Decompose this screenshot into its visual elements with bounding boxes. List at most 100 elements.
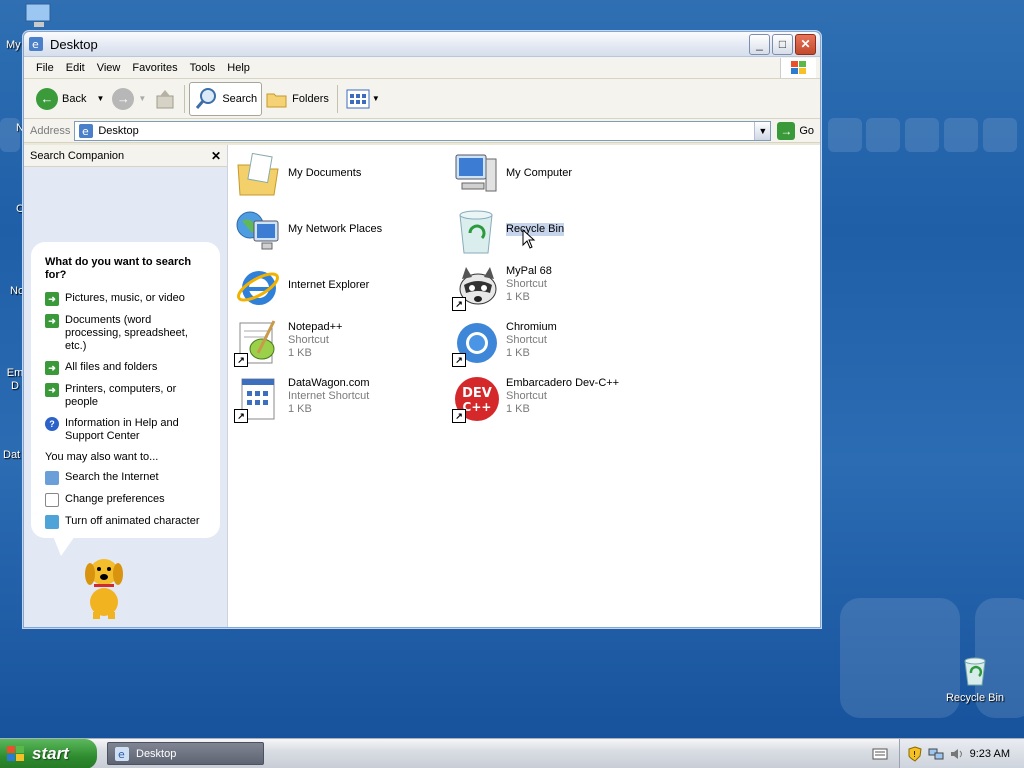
menu-edit[interactable]: Edit — [60, 60, 91, 76]
file-size: 1 KB — [506, 403, 530, 415]
my-computer-desktop-icon[interactable] — [22, 2, 56, 30]
file-item-my-computer[interactable]: My Computer — [452, 151, 572, 199]
search-option-help[interactable]: ? Information in Help and Support Center — [45, 417, 210, 443]
search-heading: What do you want to search for? — [45, 256, 192, 281]
forward-button[interactable]: → ▼ — [108, 82, 150, 116]
search-companion-header: Search Companion ✕ — [24, 145, 227, 167]
character-icon — [45, 515, 59, 529]
search-bubble: What do you want to search for? ➜ Pictur… — [31, 242, 220, 556]
file-type: Shortcut — [288, 334, 329, 346]
views-dropdown-icon: ▼ — [371, 94, 380, 103]
file-type: Shortcut — [506, 278, 547, 290]
views-grid-icon — [346, 89, 370, 108]
file-type: Internet Shortcut — [288, 390, 370, 402]
shortcut-arrow-icon: ↗ — [452, 353, 466, 367]
search-option-label: Printers, computers, or people — [65, 383, 177, 408]
taskbar-item-label: Desktop — [136, 747, 177, 760]
keyboard-icon[interactable] — [872, 747, 888, 761]
maximize-button[interactable]: □ — [772, 33, 793, 55]
menu-tools[interactable]: Tools — [184, 60, 222, 76]
desktop-decoration — [828, 118, 862, 152]
file-item-devcpp[interactable]: DEV C++ ↗ Embarcadero Dev-C++ Shortcut 1… — [452, 375, 619, 423]
bubble-tail — [53, 536, 75, 556]
search-button[interactable]: Search — [189, 81, 263, 116]
system-tray: ! 9:23 AM — [899, 739, 1024, 768]
security-shield-icon[interactable]: ! — [908, 746, 922, 762]
search-option-documents[interactable]: ➜ Documents (word processing, spreadshee… — [45, 314, 210, 353]
back-button[interactable]: ← Back ▼ — [32, 82, 108, 116]
title-bar[interactable]: e Desktop _ □ ✕ — [24, 32, 820, 57]
search-option-label: All files and folders — [65, 361, 158, 373]
close-button[interactable]: ✕ — [795, 33, 816, 55]
folders-button[interactable]: Folders — [262, 82, 333, 116]
go-button[interactable]: → Go — [777, 121, 814, 140]
file-item-recycle-bin[interactable]: Recycle Bin — [452, 207, 565, 255]
internet-search-icon — [45, 471, 59, 485]
search-option-label: Documents (word processing, spreadsheet,… — [65, 314, 188, 352]
search-option-pictures[interactable]: ➜ Pictures, music, or video — [45, 292, 210, 306]
search-internet-link[interactable]: Search the Internet — [45, 471, 210, 485]
recycle-bin-desktop-icon[interactable]: Recycle Bin — [940, 655, 1010, 704]
address-input[interactable]: e Desktop ▼ — [74, 120, 772, 141]
start-button[interactable]: start — [0, 738, 97, 768]
desktop-decoration — [944, 118, 978, 152]
file-name: Chromium — [506, 321, 557, 333]
address-dropdown-icon[interactable]: ▼ — [754, 121, 771, 140]
mouse-cursor-icon — [522, 229, 536, 249]
explorer-window: e Desktop _ □ ✕ File Edit View Favorites… — [23, 31, 821, 628]
close-pane-icon[interactable]: ✕ — [211, 149, 221, 163]
clock[interactable]: 9:23 AM — [970, 748, 1010, 760]
forward-arrow-icon: → — [112, 87, 135, 110]
folders-icon — [266, 93, 287, 107]
back-dropdown-icon[interactable]: ▼ — [96, 94, 104, 103]
menu-help[interactable]: Help — [221, 60, 256, 76]
shortcut-arrow-icon: ↗ — [234, 409, 248, 423]
file-name: Embarcadero Dev-C++ — [506, 377, 620, 389]
recycle-bin-icon — [964, 657, 986, 686]
file-size: 1 KB — [288, 403, 312, 415]
volume-icon[interactable] — [950, 747, 964, 761]
devcpp-logo-top: DEV — [462, 386, 492, 401]
address-value: Desktop — [98, 124, 139, 137]
minimize-button[interactable]: _ — [749, 33, 770, 55]
desktop-label: My — [6, 39, 21, 51]
menu-bar: File Edit View Favorites Tools Help — [24, 57, 820, 79]
file-item-my-network-places[interactable]: My Network Places — [234, 207, 382, 255]
search-option-all-files[interactable]: ➜ All files and folders — [45, 361, 210, 375]
turn-off-character-link[interactable]: Turn off animated character — [45, 515, 210, 529]
toolbar-separator — [184, 84, 186, 113]
search-dog-character-icon[interactable] — [74, 550, 134, 620]
desktop-label: No — [10, 285, 25, 297]
go-label: Go — [799, 124, 814, 137]
file-item-internet-explorer[interactable]: Internet Explorer — [234, 263, 369, 311]
menu-view[interactable]: View — [91, 60, 127, 76]
file-item-datawagon[interactable]: ↗ DataWagon.com Internet Shortcut 1 KB — [234, 375, 370, 423]
file-item-mypal[interactable]: ↗ MyPal 68 Shortcut 1 KB — [452, 263, 552, 311]
taskbar-item-desktop[interactable]: e Desktop — [107, 742, 264, 765]
file-name: Internet Explorer — [288, 279, 370, 291]
change-preferences-link[interactable]: Change preferences — [45, 493, 210, 507]
file-item-notepad-plus-plus[interactable]: ↗ Notepad++ Shortcut 1 KB — [234, 319, 342, 367]
file-item-chromium[interactable]: ↗ Chromium Shortcut 1 KB — [452, 319, 557, 367]
windows-logo-icon — [7, 745, 24, 761]
menu-favorites[interactable]: Favorites — [126, 60, 183, 76]
desktop-decoration — [983, 118, 1017, 152]
up-button[interactable] — [150, 82, 180, 116]
svg-text:e: e — [118, 748, 125, 761]
file-size: 1 KB — [506, 291, 530, 303]
menu-file[interactable]: File — [30, 60, 60, 76]
network-tray-icon[interactable] — [928, 747, 944, 761]
search-companion-pane: Search Companion ✕ What do you want to s… — [24, 145, 228, 627]
file-item-my-documents[interactable]: My Documents — [234, 151, 361, 199]
green-arrow-icon: ➜ — [45, 314, 59, 328]
forward-dropdown-icon[interactable]: ▼ — [138, 94, 146, 103]
back-arrow-icon: ← — [36, 87, 58, 110]
views-button[interactable]: ▼ — [342, 82, 384, 116]
file-type: Shortcut — [506, 334, 547, 346]
svg-text:!: ! — [913, 750, 916, 759]
preferences-icon — [45, 493, 59, 507]
help-icon: ? — [45, 417, 59, 431]
file-type: Shortcut — [506, 390, 547, 402]
search-option-printers[interactable]: ➜ Printers, computers, or people — [45, 383, 210, 409]
desktop-icon: e — [79, 123, 94, 138]
